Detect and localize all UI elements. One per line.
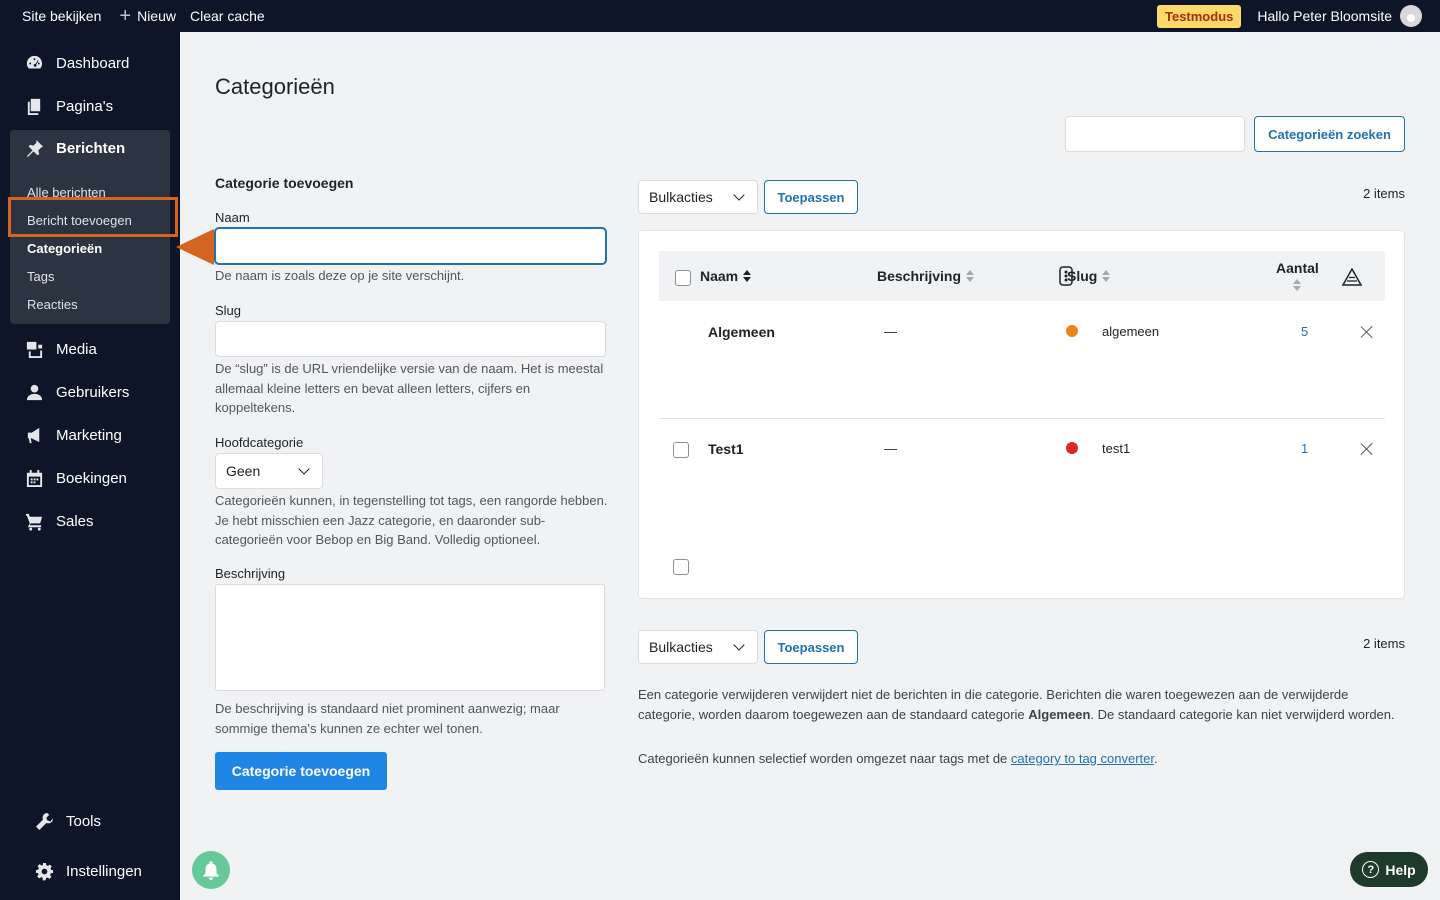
sidebar-subitem-tags[interactable]: Tags xyxy=(27,269,54,284)
sidebar-subitem-categories[interactable]: Categorieën xyxy=(27,241,102,256)
row-name[interactable]: Test1 xyxy=(708,441,744,457)
bell-icon xyxy=(200,859,222,881)
avatar[interactable] xyxy=(1400,5,1422,27)
name-help: De naam is zoals deze op je site verschi… xyxy=(215,268,465,283)
pushpin-icon xyxy=(24,138,44,158)
sort-icon xyxy=(1293,279,1302,291)
sidebar-item-settings[interactable]: Instellingen xyxy=(34,861,142,881)
megaphone-icon xyxy=(24,425,44,445)
add-category-button[interactable]: Categorie toevoegen xyxy=(215,752,387,790)
sidebar-subitem-comments[interactable]: Reacties xyxy=(27,297,78,312)
column-count[interactable]: Aantal xyxy=(1276,260,1319,291)
delete-note: Een categorie verwijderen verwijdert nie… xyxy=(638,687,1395,722)
sidebar-item-users[interactable]: Gebruikers xyxy=(24,382,129,402)
row-slug: test1 xyxy=(1102,441,1131,456)
row-name[interactable]: Algemeen xyxy=(708,324,775,340)
slug-help: De “slug” is de URL vriendelijke versie … xyxy=(215,361,604,415)
apply-button-top[interactable]: Toepassen xyxy=(764,180,858,214)
slug-label: Slug xyxy=(215,303,242,318)
warning-icon xyxy=(1341,267,1363,289)
calendar-icon xyxy=(24,468,44,488)
gear-icon xyxy=(34,861,54,881)
sort-icon xyxy=(966,270,975,282)
name-label: Naam xyxy=(215,210,250,225)
user-greeting[interactable]: Hallo Peter Bloomsite xyxy=(1257,8,1392,24)
description-help: De beschrijving is standaard niet promin… xyxy=(215,701,560,736)
sidebar-item-media[interactable]: Media xyxy=(24,339,97,359)
dashboard-icon xyxy=(24,53,44,73)
name-field[interactable] xyxy=(215,228,606,264)
new-menu[interactable]: + Nieuw xyxy=(119,5,176,27)
chevron-down-icon xyxy=(733,639,745,651)
row-count-link[interactable]: 5 xyxy=(1301,324,1308,339)
items-count-top: 2 items xyxy=(1363,186,1405,201)
column-slug-header[interactable]: Slug xyxy=(1067,268,1111,284)
chevron-down-icon xyxy=(298,463,310,475)
highlight-annotation xyxy=(8,197,178,237)
sort-icon xyxy=(1102,270,1111,282)
row-description: — xyxy=(884,324,897,339)
view-site-link[interactable]: Site bekijken xyxy=(22,8,101,24)
category-search-input[interactable] xyxy=(1065,116,1245,152)
parent-help: Categorieën kunnen, in tegenstelling tot… xyxy=(215,493,608,547)
select-all-checkbox[interactable] xyxy=(675,270,691,286)
clear-cache-link[interactable]: Clear cache xyxy=(190,8,265,24)
pages-icon xyxy=(24,96,44,116)
chevron-down-icon xyxy=(733,189,745,201)
bulk-actions-select-top[interactable]: Bulkacties xyxy=(638,180,758,214)
description-label: Beschrijving xyxy=(215,566,286,581)
row-count-link[interactable]: 1 xyxy=(1301,441,1308,456)
select-all-checkbox-footer[interactable] xyxy=(673,559,689,575)
row-description: — xyxy=(884,441,897,456)
converter-link[interactable]: category to tag converter xyxy=(1011,751,1154,766)
converter-note: Categorieën kunnen selectief worden omge… xyxy=(638,751,1158,766)
search-categories-button[interactable]: Categorieën zoeken xyxy=(1254,116,1405,152)
notification-bell-button[interactable] xyxy=(192,851,230,889)
cart-icon xyxy=(24,511,44,531)
add-category-heading: Categorie toevoegen xyxy=(215,175,354,191)
testmode-badge[interactable]: Testmodus xyxy=(1156,4,1242,28)
parent-label: Hoofdcategorie xyxy=(215,435,304,450)
column-delete xyxy=(1341,267,1363,289)
slug-field[interactable] xyxy=(215,321,606,357)
sidebar-item-posts[interactable]: Berichten xyxy=(24,138,125,158)
sidebar-item-sales[interactable]: Sales xyxy=(24,511,94,531)
description-textarea[interactable] xyxy=(215,584,605,691)
apply-button-bottom[interactable]: Toepassen xyxy=(764,630,858,664)
row-divider xyxy=(659,418,1385,419)
delete-icon[interactable] xyxy=(1360,325,1374,339)
bulk-actions-select-bottom[interactable]: Bulkacties xyxy=(638,630,758,664)
sidebar-item-marketing[interactable]: Marketing xyxy=(24,425,122,445)
wrench-icon xyxy=(34,811,54,831)
page-title: Categorieën xyxy=(215,74,335,99)
arrow-head-annotation xyxy=(176,229,214,265)
row-color-dot xyxy=(1066,325,1078,337)
items-count-bottom: 2 items xyxy=(1363,636,1405,651)
categories-table: Naam Beschrijving Aantal Slug Algemeen —… xyxy=(638,230,1405,599)
admin-top-bar: Site bekijken + Nieuw Clear cache Testmo… xyxy=(0,0,1440,32)
sidebar-item-pages[interactable]: Pagina's xyxy=(24,96,113,116)
help-button[interactable]: ? Help xyxy=(1350,852,1428,887)
delete-icon[interactable] xyxy=(1360,442,1374,456)
row-checkbox[interactable] xyxy=(673,442,689,458)
sidebar-item-bookings[interactable]: Boekingen xyxy=(24,468,127,488)
question-icon: ? xyxy=(1362,861,1380,878)
column-description[interactable]: Beschrijving xyxy=(877,268,975,284)
sort-icon xyxy=(743,270,752,282)
parent-category-select[interactable]: Geen xyxy=(215,453,323,489)
table-header: Naam Beschrijving Aantal xyxy=(659,251,1385,301)
row-slug: algemeen xyxy=(1102,324,1160,339)
column-name[interactable]: Naam xyxy=(700,268,752,284)
sidebar-item-tools[interactable]: Tools xyxy=(34,811,101,831)
admin-sidebar: Dashboard Pagina's Berichten Alle berich… xyxy=(0,32,180,900)
sidebar-item-dashboard[interactable]: Dashboard xyxy=(24,53,129,73)
media-icon xyxy=(24,339,44,359)
plus-icon: + xyxy=(119,5,132,27)
row-color-dot xyxy=(1066,442,1078,454)
user-icon xyxy=(24,382,44,402)
